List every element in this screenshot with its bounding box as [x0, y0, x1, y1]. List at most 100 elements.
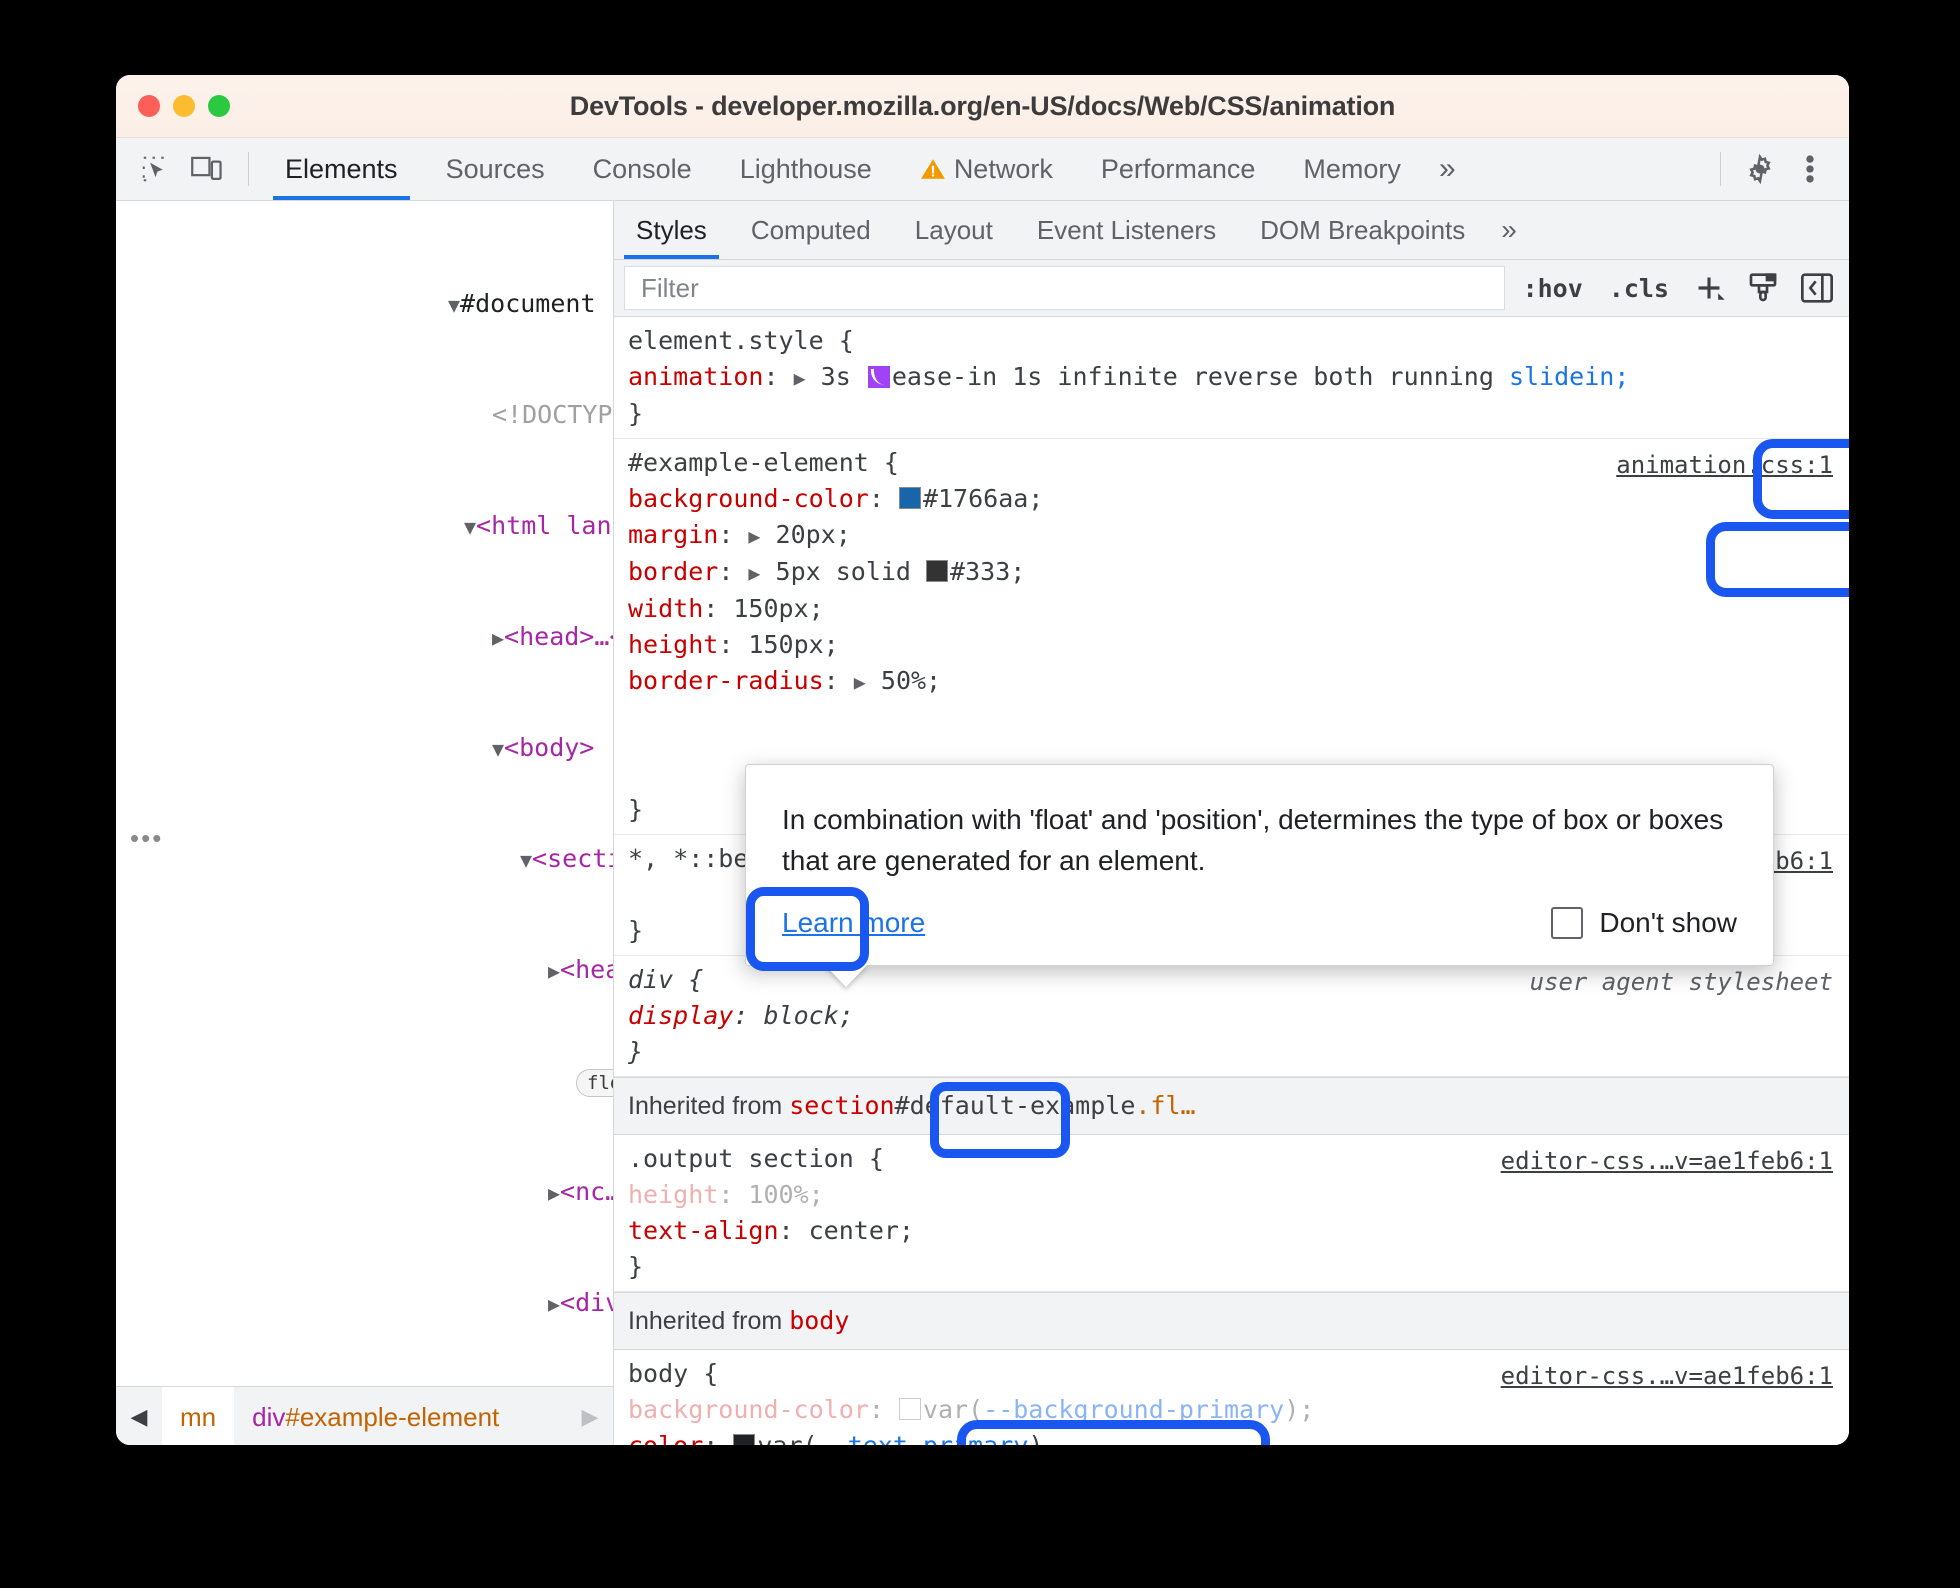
property-name[interactable]: display [628, 1001, 733, 1030]
dom-row-section[interactable]: ▼<section id="default-example"> [116, 840, 613, 877]
declaration-display[interactable]: display: block; [614, 998, 1849, 1034]
dom-tree-pane[interactable]: ▼#document <!DOCTYPE html> ▼<html lang="… [116, 201, 614, 1445]
tab-elements[interactable]: Elements [261, 138, 422, 200]
property-name[interactable]: color [628, 1431, 703, 1445]
inspect-element-icon[interactable] [132, 148, 178, 190]
dom-row-document[interactable]: ▼#document [116, 285, 613, 322]
property-name[interactable]: animation [628, 362, 763, 391]
declaration-text-align[interactable]: text-align: center; [614, 1213, 1849, 1249]
property-name[interactable]: border [628, 557, 718, 586]
gear-icon[interactable] [1737, 148, 1783, 190]
twisty-right-icon[interactable]: ▶ [548, 959, 560, 983]
twisty-right-icon[interactable]: ▶ [492, 626, 504, 650]
property-value[interactable]: #1766aa; [923, 484, 1043, 513]
property-name[interactable]: width [628, 594, 703, 623]
dom-row-header[interactable]: ▶<header>…</header> [116, 951, 613, 988]
tab-event-listeners[interactable]: Event Listeners [1015, 201, 1238, 259]
declaration-color[interactable]: color: var(--text-primary) [614, 1428, 1849, 1445]
property-value[interactable]: 50%; [881, 666, 941, 695]
tab-sources[interactable]: Sources [422, 138, 569, 200]
twisty-down-icon[interactable]: ▼ [492, 737, 504, 761]
twisty-right-icon[interactable]: ▶ [548, 1181, 560, 1205]
device-toolbar-icon[interactable] [184, 148, 230, 190]
color-swatch[interactable] [898, 1398, 921, 1420]
rule-selector[interactable]: element.style { [614, 323, 1849, 359]
rule-output-section[interactable]: editor-css.…v=ae1feb6:1 .output section … [614, 1135, 1849, 1292]
rule-origin-link[interactable]: editor-css.…v=ae1feb6:1 [1501, 1358, 1833, 1394]
property-name[interactable]: background-color [628, 1395, 869, 1424]
scroll-right-arrow-icon[interactable]: ▶ [567, 1404, 613, 1430]
tab-network[interactable]: Network [896, 138, 1077, 200]
declaration-background-color[interactable]: background-color: #1766aa; [614, 481, 1849, 517]
cls-toggle-button[interactable]: .cls [1601, 274, 1677, 303]
twisty-right-icon[interactable]: ▶ [548, 1292, 560, 1316]
tab-dom-breakpoints[interactable]: DOM Breakpoints [1238, 201, 1487, 259]
property-value[interactable]: 100%; [748, 1180, 823, 1209]
dom-row-div-1[interactable]: ▶<div… [116, 1284, 613, 1321]
zoom-button[interactable] [208, 95, 230, 117]
property-value[interactable]: 150px; [748, 630, 838, 659]
twisty-down-icon[interactable]: ▼ [448, 293, 460, 317]
declaration-border-radius[interactable]: border-radius: ▶ 50%; [614, 663, 1849, 700]
color-swatch[interactable] [898, 487, 921, 509]
inherited-element[interactable]: section [789, 1091, 894, 1120]
dont-show-checkbox[interactable] [1551, 907, 1584, 939]
color-swatch[interactable] [733, 1434, 756, 1445]
rule-body[interactable]: editor-css.…v=ae1feb6:1 body { backgroun… [614, 1350, 1849, 1445]
learn-more-link[interactable]: Learn more [782, 907, 925, 939]
twisty-down-icon[interactable]: ▼ [464, 515, 476, 539]
expand-arrow-icon[interactable]: ▶ [748, 524, 760, 548]
styles-more-tabs-chevron-icon[interactable]: » [1487, 214, 1531, 246]
twisty-down-icon[interactable]: ▼ [520, 848, 532, 872]
tab-layout[interactable]: Layout [893, 201, 1015, 259]
property-name[interactable]: height [628, 630, 718, 659]
breadcrumb-item-div-example-element[interactable]: div #example-element [234, 1387, 517, 1445]
declaration-background-color-overridden[interactable]: background-color: var(--background-prima… [614, 1392, 1849, 1428]
tab-performance[interactable]: Performance [1077, 138, 1280, 200]
dom-row-head[interactable]: ▶<head>…</head> [116, 618, 613, 655]
tab-console[interactable]: Console [569, 138, 716, 200]
dom-row-noscript[interactable]: ▶<nc… [116, 1173, 613, 1210]
declaration-height-overridden[interactable]: height: 100%; [614, 1177, 1849, 1213]
plus-icon[interactable] [1687, 268, 1731, 308]
dont-show-checkbox-group[interactable]: Don't show [1551, 907, 1737, 939]
animation-name-link[interactable]: slidein; [1509, 362, 1629, 391]
inherited-element[interactable]: body [789, 1306, 849, 1335]
easing-curve-icon[interactable] [867, 366, 890, 388]
property-value[interactable]: 20px; [776, 520, 851, 549]
property-name[interactable]: background-color [628, 484, 869, 513]
dom-row-body[interactable]: ▼<body> [116, 729, 613, 766]
close-button[interactable] [138, 95, 160, 117]
dom-row-html[interactable]: ▼<html lang="en"> [116, 507, 613, 544]
toggle-sidebar-icon[interactable] [1795, 268, 1839, 308]
rule-div-user-agent[interactable]: user agent stylesheet div { display: blo… [614, 956, 1849, 1077]
color-swatch[interactable] [926, 560, 949, 582]
expand-arrow-icon[interactable]: ▶ [854, 670, 866, 694]
property-name[interactable]: text-align [628, 1216, 779, 1245]
rule-element-style[interactable]: element.style { animation: ▶ 3s ease-in … [614, 317, 1849, 439]
tab-computed[interactable]: Computed [729, 201, 893, 259]
declaration-height[interactable]: height: 150px; [614, 627, 1849, 663]
tab-styles[interactable]: Styles [614, 201, 729, 259]
property-value[interactable]: block; [763, 1001, 853, 1030]
property-name[interactable]: height [628, 1180, 718, 1209]
hov-toggle-button[interactable]: :hov [1515, 274, 1591, 303]
declaration-animation[interactable]: animation: ▶ 3s ease-in 1s infinite reve… [614, 359, 1849, 396]
filter-input[interactable]: Filter [624, 266, 1505, 310]
declaration-margin[interactable]: margin: ▶ 20px; [614, 517, 1849, 554]
declaration-border[interactable]: border: ▶ 5px solid #333; [614, 554, 1849, 591]
breadcrumb-item-truncated[interactable]: mn [162, 1387, 235, 1445]
property-value[interactable]: center; [809, 1216, 914, 1245]
flex-badge[interactable]: flex [576, 1069, 613, 1097]
dom-row-doctype[interactable]: <!DOCTYPE html> [116, 396, 613, 433]
rule-origin-link[interactable]: editor-css.…v=ae1feb6:1 [1501, 1143, 1833, 1179]
scroll-left-arrow-icon[interactable]: ◀ [116, 1404, 162, 1430]
declaration-width[interactable]: width: 150px; [614, 591, 1849, 627]
tab-memory[interactable]: Memory [1279, 138, 1425, 200]
three-dot-menu-icon[interactable] [1787, 148, 1833, 190]
expand-arrow-icon[interactable]: ▶ [748, 561, 760, 585]
rule-origin-link[interactable]: animation.css:1 [1616, 447, 1833, 483]
minimize-button[interactable] [173, 95, 195, 117]
property-value[interactable]: 150px; [733, 594, 823, 623]
drag-handle-dots-icon[interactable]: ••• [130, 823, 163, 854]
